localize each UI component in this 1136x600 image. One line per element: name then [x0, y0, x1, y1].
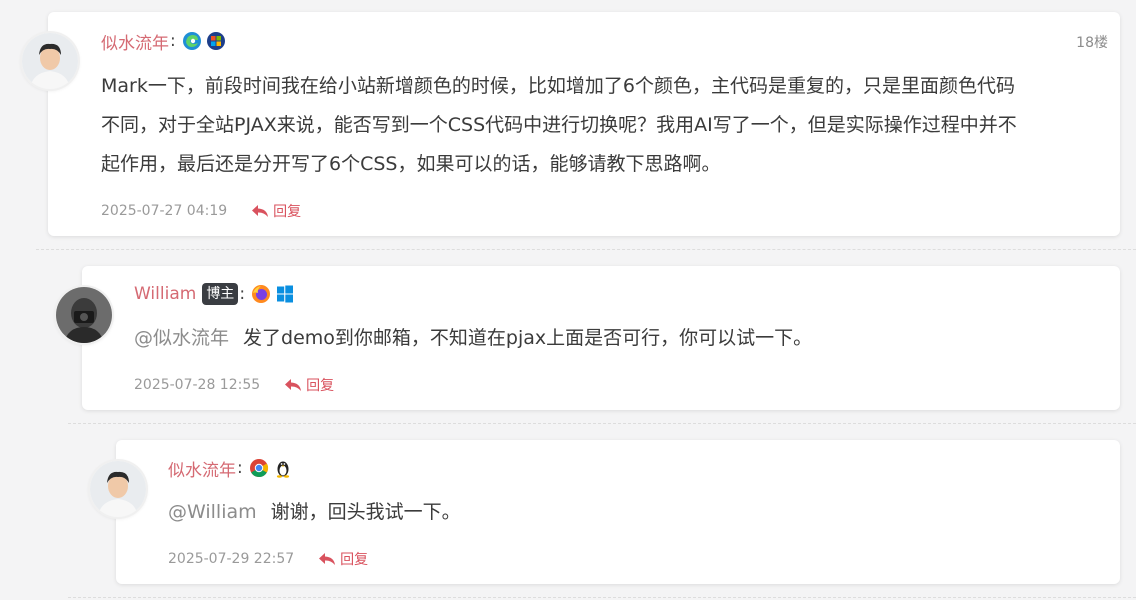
- reply-label: 回复: [273, 204, 302, 220]
- content-line: Mark一下，前段时间我在给小站新增颜色的时候，比如增加了6个颜色，主代码是重复…: [101, 75, 1015, 97]
- mention-link[interactable]: @William: [168, 501, 257, 523]
- thread-divider: [68, 423, 1136, 424]
- content-text: 谢谢，回头我试一下。: [270, 501, 461, 523]
- thread-divider: [36, 249, 1136, 250]
- content-line: 起作用，最后还是分开写了6个CSS，如果可以的话，能够请教下思路啊。: [101, 153, 721, 175]
- reply-button[interactable]: 回复: [284, 375, 334, 395]
- author-colon: :: [170, 31, 176, 51]
- content-text: 发了demo到你邮箱，不知道在pjax上面是否可行，你可以试一下。: [243, 327, 813, 349]
- author-colon: :: [237, 458, 243, 478]
- comment-author[interactable]: William: [134, 284, 196, 304]
- floor-number: 18楼: [1076, 35, 1108, 51]
- firefox-icon: [251, 284, 271, 304]
- reply-label: 回复: [340, 552, 369, 568]
- comment-time: 2025-07-28 12:55: [134, 377, 261, 393]
- reply-button[interactable]: 回复: [318, 549, 368, 569]
- comment-time: 2025-07-29 22:57: [168, 551, 295, 567]
- author-badge: 博主: [202, 283, 239, 305]
- reply-arrow-icon: [285, 379, 302, 391]
- reply-label: 回复: [306, 378, 335, 394]
- chrome-icon: [249, 458, 269, 478]
- avatar[interactable]: [22, 33, 78, 89]
- avatar[interactable]: [90, 461, 146, 517]
- thread-divider: [68, 597, 1136, 598]
- avatar[interactable]: [56, 287, 112, 343]
- comment-content: Mark一下，前段时间我在给小站新增颜色的时候，比如增加了6个颜色，主代码是重复…: [101, 67, 1101, 184]
- comment-content: @似水流年 发了demo到你邮箱，不知道在pjax上面是否可行，你可以试一下。: [134, 319, 1104, 358]
- linux-icon: [273, 458, 293, 478]
- reply-arrow-icon: [252, 205, 269, 217]
- windows-icon: [275, 284, 295, 304]
- reply-arrow-icon: [319, 553, 336, 565]
- comment-content: @William 谢谢，回头我试一下。: [168, 493, 1098, 532]
- author-colon: :: [239, 284, 246, 304]
- content-line: 不同，对于全站PJAX来说，能否写到一个CSS代码中进行切换呢？我用AI写了一个…: [101, 114, 1017, 136]
- windows-xp-icon: [206, 31, 226, 51]
- mention-link[interactable]: @似水流年: [134, 327, 229, 349]
- edge-icon: [182, 31, 202, 51]
- comment-author[interactable]: 似水流年: [101, 29, 169, 54]
- comment-time: 2025-07-27 04:19: [101, 203, 228, 219]
- reply-button[interactable]: 回复: [251, 201, 301, 221]
- comment-author[interactable]: 似水流年: [168, 456, 236, 481]
